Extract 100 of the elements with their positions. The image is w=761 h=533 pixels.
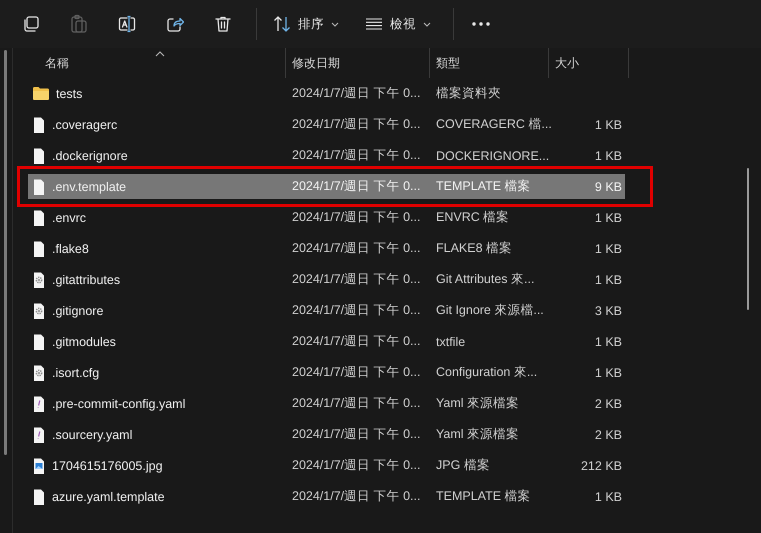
- modified-date: 2024/1/7/週日 下午 0...: [291, 426, 422, 443]
- file-name: .gitignore: [52, 304, 104, 318]
- file-size: 212 KB: [580, 458, 623, 472]
- file-type: 檔案資料夾: [435, 85, 502, 102]
- file-type: Git Attributes 來...: [435, 271, 536, 288]
- file-icon: [33, 178, 45, 194]
- file-size: 1 KB: [594, 334, 623, 348]
- list-view-icon: [365, 18, 383, 30]
- file-icon: [33, 488, 45, 504]
- file-size: 1 KB: [594, 272, 623, 286]
- file-size: 3 KB: [594, 304, 623, 318]
- file-row[interactable]: .env.template 2024/1/7/週日 下午 0... TEMPLATE 檔案 9 KB: [28, 174, 625, 199]
- file-name: .envrc: [52, 210, 86, 224]
- file-row[interactable]: .gitignore 2024/1/7/週日 下午 0... Git Ignore 來源檔... 3 KB: [28, 298, 625, 323]
- file-name: .dockerignore: [52, 148, 128, 162]
- folder-icon: [33, 87, 49, 100]
- file-row[interactable]: .envrc 2024/1/7/週日 下午 0... ENVRC 檔案 1 KB: [28, 205, 625, 230]
- file-row[interactable]: .isort.cfg 2024/1/7/週日 下午 0... Configuration 來... 1 KB: [28, 360, 625, 385]
- rename-icon: [118, 15, 136, 33]
- modified-date: 2024/1/7/週日 下午 0...: [291, 116, 422, 133]
- file-icon: [33, 334, 45, 350]
- file-type: TEMPLATE 檔案: [435, 488, 532, 505]
- file-type: TEMPLATE 檔案: [435, 178, 532, 195]
- image-file-icon: [33, 458, 45, 474]
- file-type: Git Ignore 來源檔...: [435, 302, 545, 319]
- file-size: 1 KB: [594, 366, 623, 380]
- file-name: .gitattributes: [52, 272, 120, 286]
- sort-icon: [273, 16, 291, 32]
- copy-icon: [22, 15, 40, 33]
- caret-icon: [331, 22, 339, 26]
- file-icon: [33, 148, 45, 164]
- file-type: Yaml 來源檔案: [435, 395, 520, 412]
- modified-date: 2024/1/7/週日 下午 0...: [291, 364, 422, 381]
- column-header[interactable]: 名稱: [28, 48, 286, 78]
- file-name: .gitmodules: [52, 334, 116, 348]
- file-type: Configuration 來...: [435, 364, 538, 381]
- modified-date: 2024/1/7/週日 下午 0...: [291, 333, 422, 350]
- modified-date: 2024/1/7/週日 下午 0...: [291, 271, 422, 288]
- file-type: FLAKE8 檔案: [435, 240, 514, 257]
- file-row[interactable]: .flake8 2024/1/7/週日 下午 0... FLAKE8 檔案 1 KB: [28, 236, 625, 261]
- settings-file-icon: [33, 302, 45, 318]
- file-size: 9 KB: [594, 180, 623, 194]
- file-name: .isort.cfg: [52, 366, 100, 380]
- file-type: DOCKERIGNORE...: [435, 148, 549, 162]
- scrollbar-thumb[interactable]: [4, 50, 7, 455]
- file-size: 1 KB: [594, 242, 623, 256]
- file-size: 1 KB: [594, 148, 623, 162]
- file-name: .pre-commit-config.yaml: [52, 396, 186, 410]
- paste-icon: [70, 14, 88, 34]
- file-row[interactable]: .dockerignore 2024/1/7/週日 下午 0... DOCKERIGNORE... 1 KB: [28, 143, 625, 168]
- file-row[interactable]: .gitmodules 2024/1/7/週日 下午 0... txtfile 1 KB: [28, 329, 625, 354]
- file-name: .flake8: [52, 242, 89, 256]
- file-row[interactable]: .pre-commit-config.yaml 2024/1/7/週日 下午 0... Yaml 來源檔案 2 KB: [28, 391, 625, 416]
- modified-date: 2024/1/7/週日 下午 0...: [291, 178, 422, 195]
- file-type: Yaml 來源檔案: [435, 426, 520, 443]
- file-name: azure.yaml.template: [52, 490, 165, 504]
- file-size: 1 KB: [594, 490, 623, 504]
- column-header[interactable]: 類型: [430, 48, 549, 78]
- caret-icon: [423, 22, 431, 26]
- modified-date: 2024/1/7/週日 下午 0...: [291, 85, 422, 102]
- modified-date: 2024/1/7/週日 下午 0...: [291, 488, 422, 505]
- file-type: txtfile: [435, 334, 466, 348]
- file-size: 2 KB: [594, 396, 623, 410]
- file-type: ENVRC 檔案: [435, 209, 510, 226]
- yaml-file-icon: [33, 396, 45, 412]
- more-icon: [472, 22, 490, 26]
- modified-date: 2024/1/7/週日 下午 0...: [291, 147, 422, 164]
- file-name: .coveragerc: [52, 118, 118, 132]
- column-header[interactable]: 修改日期: [286, 48, 430, 78]
- file-size: 1 KB: [594, 118, 623, 132]
- yaml-file-icon: [33, 426, 45, 442]
- modified-date: 2024/1/7/週日 下午 0...: [291, 302, 422, 319]
- file-icon: [33, 240, 45, 256]
- file-name: .sourcery.yaml: [52, 428, 132, 442]
- file-name: tests: [56, 86, 82, 100]
- file-row[interactable]: tests 2024/1/7/週日 下午 0... 檔案資料夾: [28, 81, 625, 106]
- file-row[interactable]: 1704615176005.jpg 2024/1/7/週日 下午 0... JPG 檔案 212 KB: [28, 453, 625, 478]
- scrollbar-thumb[interactable]: [747, 168, 749, 310]
- settings-file-icon: [33, 364, 45, 380]
- file-name: .env.template: [52, 180, 126, 194]
- sort-button[interactable]: 排序: [267, 7, 345, 41]
- modified-date: 2024/1/7/週日 下午 0...: [291, 209, 422, 226]
- file-size: 2 KB: [594, 428, 623, 442]
- modified-date: 2024/1/7/週日 下午 0...: [291, 457, 422, 474]
- modified-date: 2024/1/7/週日 下午 0...: [291, 395, 422, 412]
- file-row[interactable]: .sourcery.yaml 2024/1/7/週日 下午 0... Yaml 來源檔案 2 KB: [28, 422, 625, 447]
- file-name: 1704615176005.jpg: [52, 458, 163, 472]
- file-icon: [33, 116, 45, 132]
- file-row[interactable]: azure.yaml.template 2024/1/7/週日 下午 0... TEMPLATE 檔案 1 KB: [28, 484, 625, 509]
- delete-icon: [214, 15, 232, 33]
- settings-file-icon: [33, 272, 45, 288]
- file-row[interactable]: .coveragerc 2024/1/7/週日 下午 0... COVERAGERC 檔... 1 KB: [28, 112, 625, 137]
- file-type: JPG 檔案: [435, 457, 491, 474]
- column-header[interactable]: 大小: [549, 48, 629, 78]
- share-icon: [166, 15, 184, 33]
- modified-date: 2024/1/7/週日 下午 0...: [291, 240, 422, 257]
- file-row[interactable]: .gitattributes 2024/1/7/週日 下午 0... Git Attributes 來... 1 KB: [28, 267, 625, 292]
- file-size: 1 KB: [594, 210, 623, 224]
- view-button[interactable]: 檢視: [359, 7, 437, 41]
- file-type: COVERAGERC 檔...: [435, 116, 549, 133]
